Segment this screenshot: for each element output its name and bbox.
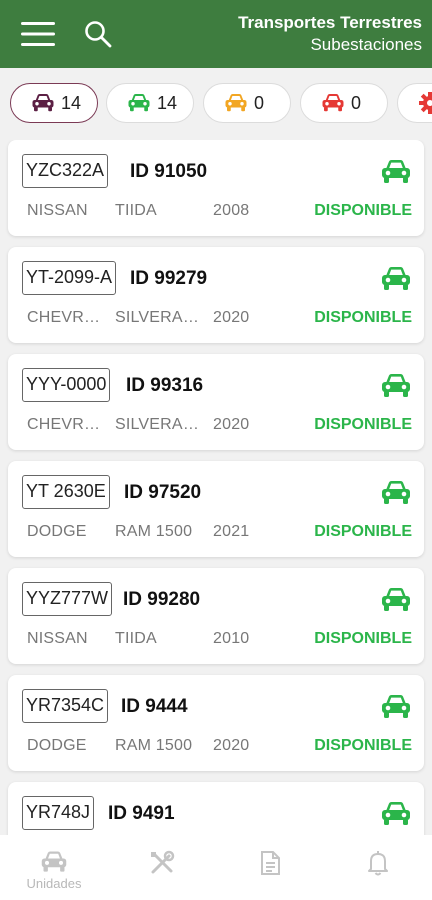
vehicle-status: DISPONIBLE bbox=[314, 523, 412, 540]
car-icon bbox=[382, 374, 410, 397]
vehicle-model: TIIDA bbox=[115, 202, 157, 219]
vehicle-id: ID 9444 bbox=[121, 696, 188, 717]
car-icon bbox=[382, 588, 410, 611]
vehicle-status: DISPONIBLE bbox=[314, 416, 412, 433]
car-icon bbox=[128, 94, 150, 112]
vehicle-status-icon bbox=[380, 372, 412, 400]
nav-item-document[interactable] bbox=[216, 835, 324, 900]
filter-count: 14 bbox=[61, 92, 82, 113]
vehicle-list: YZC322A ID 91050 NISSAN TIIDA 2008 DISPONIBLE… bbox=[0, 140, 432, 835]
tools-icon bbox=[151, 850, 175, 874]
vehicle-id: ID 91050 bbox=[130, 161, 208, 182]
vehicle-year: 2010 bbox=[213, 630, 250, 647]
vehicle-model: RAM 1500 bbox=[115, 737, 193, 754]
vehicle-id: ID 99280 bbox=[123, 589, 201, 610]
vehicle-year: 2021 bbox=[213, 523, 250, 540]
status-filter-chip[interactable]: 0 bbox=[203, 83, 291, 123]
car-icon bbox=[382, 267, 410, 290]
search-button[interactable] bbox=[78, 14, 118, 54]
nav-label: Unidades bbox=[26, 876, 82, 891]
vehicle-card[interactable]: YR748J ID 9491 bbox=[8, 782, 424, 835]
vehicle-year: 2020 bbox=[213, 416, 250, 433]
vehicle-brand: NISSAN bbox=[27, 202, 88, 219]
app-title: Transportes Terrestres bbox=[238, 13, 422, 32]
vehicle-model: RAM 1500 bbox=[115, 523, 193, 540]
document-icon bbox=[261, 851, 280, 875]
gear-icon bbox=[419, 92, 432, 114]
license-plate: YR7354C bbox=[22, 689, 109, 723]
vehicle-id: ID 97520 bbox=[124, 482, 202, 503]
menu-button[interactable] bbox=[18, 14, 58, 54]
nav-icon-wrapper bbox=[148, 849, 176, 877]
filter-count: 0 bbox=[351, 92, 362, 113]
status-filter-chip[interactable]: 0 bbox=[300, 83, 388, 123]
car-icon bbox=[225, 94, 247, 112]
nav-item-tools[interactable] bbox=[108, 835, 216, 900]
vehicle-year: 2020 bbox=[213, 309, 250, 326]
status-filter-chip[interactable] bbox=[397, 83, 432, 123]
vehicle-status: DISPONIBLE bbox=[314, 202, 412, 219]
vehicle-status-icon bbox=[380, 693, 412, 721]
car-icon bbox=[382, 695, 410, 718]
header-titles: Transportes Terrestres Subestaciones bbox=[238, 13, 422, 57]
license-plate: YT-2099-A bbox=[22, 261, 117, 295]
car-icon bbox=[382, 481, 410, 504]
license-plate: YZC322A bbox=[22, 154, 109, 188]
nav-icon-wrapper bbox=[40, 849, 68, 877]
vehicle-year: 2008 bbox=[213, 202, 250, 219]
vehicle-id: ID 99279 bbox=[130, 268, 208, 289]
status-filter-chip[interactable]: 14 bbox=[106, 83, 194, 123]
vehicle-model: SILVERADO bbox=[115, 309, 207, 326]
vehicle-card[interactable]: YR7354C ID 9444 DODGE RAM 1500 2020 DISPONIBL… bbox=[8, 675, 424, 771]
vehicle-card[interactable]: YZC322A ID 91050 NISSAN TIIDA 2008 DISPONIBLE bbox=[8, 140, 424, 236]
vehicle-card[interactable]: YT-2099-A ID 99279 CHEVROLET SILVERADO 2020 D… bbox=[8, 247, 424, 343]
vehicle-card[interactable]: YYZ777W ID 99280 NISSAN TIIDA 2010 DISPONIBLE bbox=[8, 568, 424, 664]
vehicle-status-icon bbox=[380, 586, 412, 614]
nav-icon-wrapper bbox=[256, 849, 284, 877]
vehicle-brand: DODGE bbox=[27, 523, 87, 540]
vehicle-status: DISPONIBLE bbox=[314, 309, 412, 326]
vehicle-brand: NISSAN bbox=[27, 630, 88, 647]
vehicle-brand: CHEVROLET bbox=[27, 309, 107, 326]
car-icon bbox=[32, 94, 54, 112]
nav-item-bell[interactable] bbox=[324, 835, 432, 900]
license-plate: YT 2630E bbox=[22, 475, 110, 509]
vehicle-card[interactable]: YYY-0000 ID 99316 CHEVROLET SILVERADO 2020 DI… bbox=[8, 354, 424, 450]
vehicle-id: ID 9491 bbox=[108, 803, 175, 824]
car-icon bbox=[322, 94, 344, 112]
vehicle-status-icon bbox=[380, 800, 412, 828]
license-plate: YR748J bbox=[22, 796, 95, 830]
vehicle-model: TIIDA bbox=[115, 630, 157, 647]
license-plate: YYY-0000 bbox=[22, 368, 111, 402]
bell-icon bbox=[368, 851, 388, 876]
car-icon bbox=[41, 851, 67, 872]
bottom-navigation: Unidades bbox=[0, 835, 432, 900]
vehicle-model: SILVERADO bbox=[115, 416, 207, 433]
vehicle-status-icon bbox=[380, 158, 412, 186]
search-icon bbox=[85, 21, 112, 48]
car-icon bbox=[382, 802, 410, 825]
car-icon bbox=[382, 160, 410, 183]
status-filter-chip[interactable]: 14 bbox=[10, 83, 98, 123]
license-plate: YYZ777W bbox=[22, 582, 113, 616]
filter-count: 0 bbox=[254, 92, 265, 113]
vehicle-status: DISPONIBLE bbox=[314, 737, 412, 754]
vehicle-id: ID 99316 bbox=[126, 375, 204, 396]
status-filter-bar: 14 14 0 0 bbox=[0, 83, 432, 123]
filter-count: 14 bbox=[157, 92, 178, 113]
vehicle-brand: DODGE bbox=[27, 737, 87, 754]
nav-item-car[interactable]: Unidades bbox=[0, 835, 108, 900]
app-subtitle: Subestaciones bbox=[310, 35, 422, 54]
vehicle-brand: CHEVROLET bbox=[27, 416, 107, 433]
vehicle-year: 2020 bbox=[213, 737, 250, 754]
nav-icon-wrapper bbox=[364, 849, 392, 877]
vehicle-status-icon bbox=[380, 479, 412, 507]
vehicle-status: DISPONIBLE bbox=[314, 630, 412, 647]
vehicle-card[interactable]: YT 2630E ID 97520 DODGE RAM 1500 2021 DISPONI… bbox=[8, 461, 424, 557]
menu-icon bbox=[21, 22, 55, 46]
vehicle-status-icon bbox=[380, 265, 412, 293]
app-header: Transportes Terrestres Subestaciones bbox=[0, 0, 432, 68]
